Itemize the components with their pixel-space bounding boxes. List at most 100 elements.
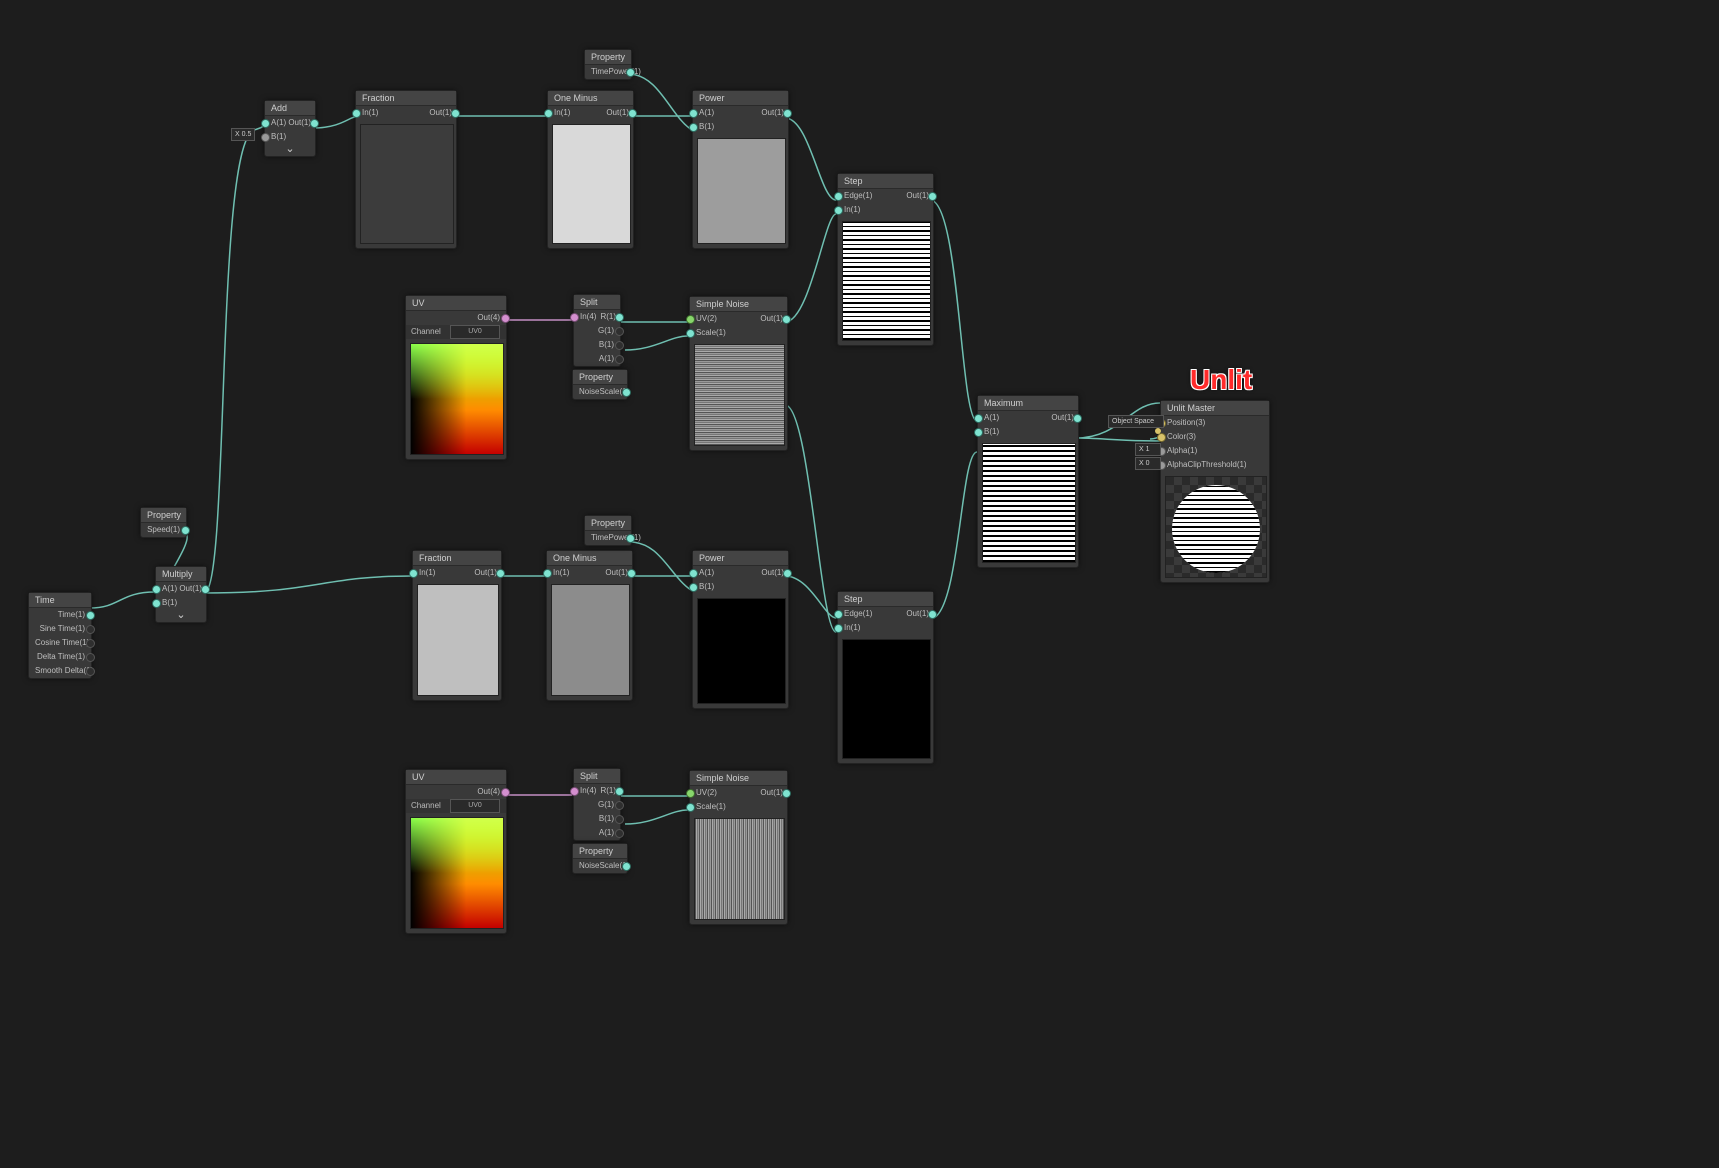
node-preview — [410, 343, 504, 455]
node-property-timepower-1[interactable]: Property TimePower(1) — [584, 49, 632, 80]
input-port[interactable] — [570, 313, 579, 322]
node-simple-noise-1[interactable]: Simple Noise UV(2) Out(1) Scale(1) — [689, 296, 788, 451]
output-port[interactable] — [928, 610, 937, 619]
input-port[interactable] — [974, 428, 983, 437]
input-port[interactable] — [152, 585, 161, 594]
channel-dropdown[interactable]: UV0 — [450, 325, 500, 339]
input-port[interactable] — [689, 109, 698, 118]
node-property-noisescale-1[interactable]: Property NoiseScale(1) — [572, 369, 628, 400]
output-port[interactable] — [86, 653, 95, 662]
input-port[interactable] — [689, 583, 698, 592]
node-uv-1[interactable]: UV Out(4) Channel UV0 — [405, 295, 507, 460]
output-port[interactable] — [86, 667, 95, 676]
output-port[interactable] — [501, 788, 510, 797]
input-port[interactable] — [974, 414, 983, 423]
input-port[interactable] — [152, 599, 161, 608]
port-label: Out(1) — [288, 116, 311, 130]
output-port[interactable] — [615, 815, 624, 824]
port-label: B(1) — [699, 582, 714, 591]
input-port[interactable] — [261, 119, 270, 128]
input-port[interactable] — [1157, 433, 1166, 442]
output-port[interactable] — [615, 829, 624, 838]
output-port[interactable] — [86, 611, 95, 620]
node-multiply[interactable]: Multiply A(1) Out(1) B(1) ⌄ — [155, 566, 207, 623]
node-property-speed[interactable]: Property Speed(1) — [140, 507, 187, 538]
node-uv-2[interactable]: UV Out(4) Channel UV0 — [405, 769, 507, 934]
node-preview — [694, 818, 785, 920]
input-port[interactable] — [834, 192, 843, 201]
output-port[interactable] — [626, 68, 635, 77]
input-port[interactable] — [686, 803, 695, 812]
input-port[interactable] — [834, 206, 843, 215]
output-port[interactable] — [627, 569, 636, 578]
input-port[interactable] — [544, 109, 553, 118]
input-port[interactable] — [689, 569, 698, 578]
node-preview — [842, 221, 931, 341]
output-port[interactable] — [501, 314, 510, 323]
port-label: In(4) — [580, 312, 596, 321]
output-port[interactable] — [615, 355, 624, 364]
node-property-timepower-2[interactable]: Property TimePower(1) — [584, 515, 632, 546]
input-port[interactable] — [570, 787, 579, 796]
node-split-2[interactable]: Split In(4) R(1) G(1) B(1) A(1) — [573, 768, 621, 841]
input-port[interactable] — [834, 610, 843, 619]
node-step-1[interactable]: Step Edge(1) Out(1) In(1) — [837, 173, 934, 346]
channel-dropdown[interactable]: UV0 — [450, 799, 500, 813]
input-port[interactable] — [352, 109, 361, 118]
input-port[interactable] — [409, 569, 418, 578]
node-fraction-1[interactable]: Fraction In(1) Out(1) — [355, 90, 457, 249]
node-one-minus-1[interactable]: One Minus In(1) Out(1) — [547, 90, 634, 249]
output-port[interactable] — [615, 341, 624, 350]
output-port[interactable] — [451, 109, 460, 118]
output-port[interactable] — [622, 388, 631, 397]
input-port[interactable] — [543, 569, 552, 578]
input-port[interactable] — [686, 789, 695, 798]
node-power-1[interactable]: Power A(1) Out(1) B(1) — [692, 90, 789, 249]
port-label: Smooth Delta(1) — [35, 666, 93, 675]
output-port[interactable] — [1073, 414, 1082, 423]
output-port[interactable] — [181, 526, 190, 535]
input-port[interactable] — [689, 123, 698, 132]
output-port[interactable] — [928, 192, 937, 201]
port-label: Cosine Time(1) — [35, 638, 89, 647]
node-power-2[interactable]: Power A(1) Out(1) B(1) — [692, 550, 789, 709]
inline-value-x1[interactable]: X 1 — [1135, 443, 1161, 456]
inline-value-x0[interactable]: X 0 — [1135, 457, 1161, 470]
input-port[interactable] — [261, 133, 270, 142]
node-unlit-master[interactable]: Unlit Master Position(3) Color(3) Alpha(… — [1160, 400, 1270, 583]
output-port[interactable] — [615, 801, 624, 810]
node-property-noisescale-2[interactable]: Property NoiseScale(1) — [572, 843, 628, 874]
inline-value-x[interactable]: X 0.5 — [231, 128, 255, 141]
node-simple-noise-2[interactable]: Simple Noise UV(2) Out(1) Scale(1) — [689, 770, 788, 925]
output-port[interactable] — [496, 569, 505, 578]
node-title: One Minus — [548, 91, 633, 106]
object-space-dropdown[interactable]: Object Space — [1108, 415, 1164, 428]
node-fraction-2[interactable]: Fraction In(1) Out(1) — [412, 550, 502, 701]
output-port[interactable] — [310, 119, 319, 128]
node-time[interactable]: Time Time(1) Sine Time(1) Cosine Time(1)… — [28, 592, 92, 679]
output-port[interactable] — [615, 327, 624, 336]
input-port[interactable] — [686, 329, 695, 338]
output-port[interactable] — [783, 569, 792, 578]
input-port[interactable] — [834, 624, 843, 633]
output-port[interactable] — [782, 315, 791, 324]
output-port[interactable] — [626, 534, 635, 543]
port-label: Time(1) — [58, 610, 85, 619]
node-add[interactable]: Add A(1) Out(1) B(1) ⌄ — [264, 100, 316, 157]
output-port[interactable] — [615, 313, 624, 322]
output-port[interactable] — [86, 625, 95, 634]
input-port[interactable] — [686, 315, 695, 324]
node-one-minus-2[interactable]: One Minus In(1) Out(1) — [546, 550, 633, 701]
chevron-down-icon[interactable]: ⌄ — [156, 610, 206, 622]
output-port[interactable] — [782, 789, 791, 798]
node-step-2[interactable]: Step Edge(1) Out(1) In(1) — [837, 591, 934, 764]
node-split-1[interactable]: Split In(4) R(1) G(1) B(1) A(1) — [573, 294, 621, 367]
output-port[interactable] — [201, 585, 210, 594]
output-port[interactable] — [622, 862, 631, 871]
chevron-down-icon[interactable]: ⌄ — [265, 144, 315, 156]
node-maximum[interactable]: Maximum A(1) Out(1) B(1) — [977, 395, 1079, 568]
output-port[interactable] — [86, 639, 95, 648]
output-port[interactable] — [615, 787, 624, 796]
output-port[interactable] — [783, 109, 792, 118]
output-port[interactable] — [628, 109, 637, 118]
